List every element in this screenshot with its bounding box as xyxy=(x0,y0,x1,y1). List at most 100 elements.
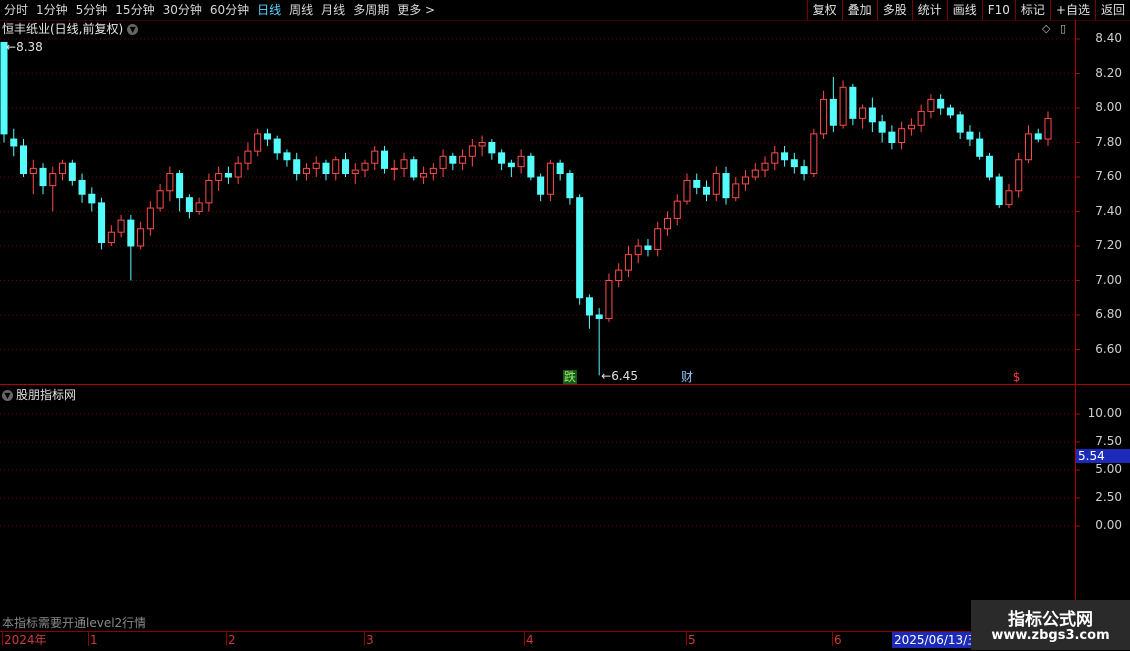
candle-body xyxy=(410,159,418,178)
date-label: 1 xyxy=(90,633,98,647)
candle-body xyxy=(234,162,242,178)
candle-body xyxy=(459,155,467,164)
candle-body xyxy=(263,133,271,140)
candle-body xyxy=(400,159,408,169)
price-tick-label: 6.80 xyxy=(1095,307,1122,321)
candle-body xyxy=(615,269,623,281)
candle-body xyxy=(39,167,47,187)
indicator-value-badge: 5.54 xyxy=(1076,449,1130,463)
candle-body xyxy=(293,159,301,175)
price-tick-label: 8.40 xyxy=(1095,31,1122,45)
marker-fall[interactable]: 跌 xyxy=(562,370,577,384)
candle-body xyxy=(78,179,86,195)
candle-body xyxy=(859,107,867,119)
level2-note: 本指标需要开通level2行情 xyxy=(2,616,147,630)
candle-body xyxy=(663,217,672,230)
candle-body xyxy=(810,133,818,175)
price-tick-label: 6.60 xyxy=(1095,341,1122,356)
candle-body xyxy=(927,98,935,112)
candle-body xyxy=(498,152,506,164)
candle-body xyxy=(117,219,125,233)
candle-body xyxy=(146,207,154,230)
indicator-tick-label: 10.00 xyxy=(1087,406,1122,420)
candle-body xyxy=(185,197,193,212)
candle-body xyxy=(166,173,174,192)
date-tick xyxy=(832,632,833,646)
candle-body xyxy=(585,297,593,316)
candle-body xyxy=(429,167,437,175)
chevron-down-icon[interactable]: ▼ xyxy=(127,24,139,35)
candle-body xyxy=(546,162,554,195)
candle-body xyxy=(341,159,350,175)
date-label: 3 xyxy=(366,633,374,647)
candle-body xyxy=(624,254,632,271)
candle-body xyxy=(107,231,115,244)
candle-body xyxy=(29,167,37,175)
price-tick-label: 8.20 xyxy=(1095,65,1122,80)
candle-body xyxy=(283,152,291,161)
candle-body xyxy=(800,166,808,175)
candle-body xyxy=(527,155,535,178)
left-arrow-icon: ← xyxy=(6,40,17,55)
candle-body xyxy=(849,86,857,119)
price-tick-label: 7.40 xyxy=(1095,203,1122,218)
candle-body xyxy=(59,162,67,175)
candle-body xyxy=(985,155,993,178)
candle-body xyxy=(976,138,984,157)
watermark-line1: 指标公式网 xyxy=(1008,610,1093,630)
marker-dollar[interactable]: $ xyxy=(1012,370,1022,384)
candle-body xyxy=(605,280,613,319)
panel-toggle-icon[interactable]: ▯ xyxy=(1060,22,1066,35)
candle-body xyxy=(878,121,886,133)
candle-body xyxy=(273,138,281,154)
indicator-title[interactable]: ▼ 股朋指标网 xyxy=(2,387,76,403)
main-chart-title[interactable]: 恒丰纸业(日线,前复权) ▼ xyxy=(2,21,139,37)
candle-body xyxy=(1015,159,1023,192)
candle-body xyxy=(751,169,759,178)
candle-body xyxy=(966,131,974,140)
date-tick xyxy=(2,632,3,646)
candle-body xyxy=(127,219,135,247)
price-tick-label: 7.00 xyxy=(1095,272,1122,287)
candle-body xyxy=(820,98,828,135)
indicator-tick-label: 0.00 xyxy=(1095,518,1122,532)
price-tick-label: 7.60 xyxy=(1095,169,1122,183)
candle-body xyxy=(917,110,925,126)
marker-finance[interactable]: 财 xyxy=(680,370,694,384)
candle-body xyxy=(224,173,232,178)
candle-body xyxy=(576,197,584,299)
kline-chart[interactable] xyxy=(0,0,1130,650)
candle-body xyxy=(898,128,906,143)
candle-body xyxy=(732,183,740,199)
candle-body xyxy=(937,98,945,109)
candle-body xyxy=(517,155,525,168)
candle-body xyxy=(380,150,389,169)
candle-body xyxy=(712,173,720,195)
diamond-icon[interactable]: ◇ xyxy=(1042,22,1050,35)
high-price-label: ←8.38 xyxy=(6,40,43,55)
price-tick-label: 7.80 xyxy=(1095,134,1122,149)
candle-body xyxy=(566,173,574,199)
chevron-down-icon[interactable]: ▼ xyxy=(2,390,13,401)
date-tick xyxy=(524,632,525,646)
candle-body xyxy=(478,142,486,147)
candle-body xyxy=(322,162,330,175)
candle-body xyxy=(254,133,262,152)
indicator-tick-label: 5.00 xyxy=(1095,462,1122,476)
candle-body xyxy=(49,173,57,187)
candle-body xyxy=(742,176,750,185)
candle-body xyxy=(1044,117,1052,140)
candle-body xyxy=(332,159,340,175)
candle-body xyxy=(956,114,964,133)
low-price-label: ←6.45 xyxy=(601,369,638,384)
candle-body xyxy=(781,152,789,161)
watermark-line2: www.zbgs3.com xyxy=(991,628,1110,643)
candle-body xyxy=(1034,133,1042,140)
candle-body xyxy=(829,98,837,126)
candle-body xyxy=(634,245,642,256)
date-tick xyxy=(226,632,227,646)
candle-body xyxy=(361,162,369,171)
selected-date: 2025/06/13/五 xyxy=(892,632,982,648)
candle-body xyxy=(215,173,223,181)
indicator-tick-label: 7.50 xyxy=(1095,434,1122,448)
